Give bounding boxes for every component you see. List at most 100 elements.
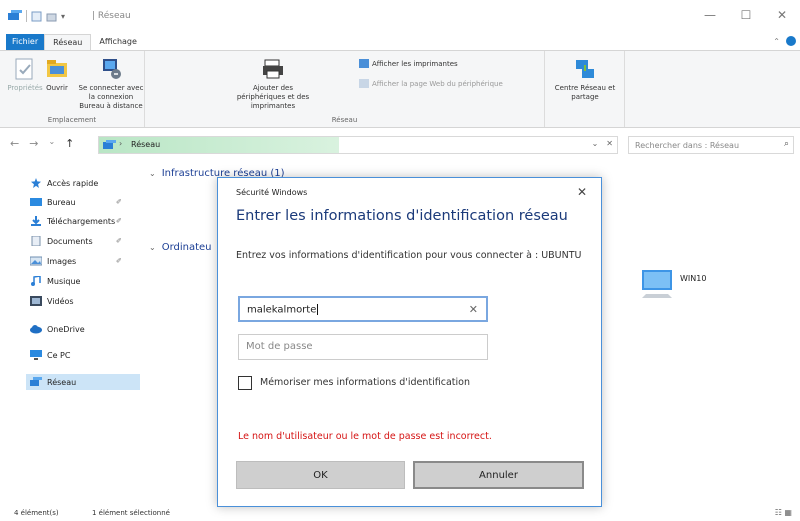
sidebar-item-downloads[interactable]: Téléchargements ✐ xyxy=(30,216,122,226)
credentials-dialog: Sécurité Windows ✕ Entrer les informatio… xyxy=(217,177,602,507)
network-center-icon xyxy=(576,60,594,78)
dialog-description: Entrez vos informations d'identification… xyxy=(236,250,582,261)
properties-button[interactable]: Propriétés xyxy=(7,57,43,93)
error-message: Le nom d'utilisateur ou le mot de passe … xyxy=(238,431,492,442)
sidebar-item-label: Vidéos xyxy=(47,296,74,306)
recent-locations-icon[interactable]: ⌄ xyxy=(48,137,55,150)
ok-button[interactable]: OK xyxy=(236,461,405,489)
properties-label: Propriétés xyxy=(7,84,43,92)
ribbon-tabs: Fichier Réseau Affichage ⌃ xyxy=(0,34,800,50)
printers-icon xyxy=(359,59,369,68)
videos-icon xyxy=(30,296,42,306)
open-button[interactable]: Ouvrir xyxy=(44,57,70,93)
sidebar-item-label: Documents xyxy=(47,236,93,246)
pin-icon: ✐ xyxy=(116,217,122,225)
up-arrow-icon[interactable]: ↑ xyxy=(65,137,74,150)
expand-ribbon-icon[interactable]: ⌃ xyxy=(773,37,780,46)
remote-desktop-button[interactable]: Se connecter avec la connexion Bureau à … xyxy=(78,57,144,111)
webpage-icon xyxy=(359,79,369,88)
remote-desktop-label: Se connecter avec la connexion Bureau à … xyxy=(78,84,144,110)
sidebar-item-videos[interactable]: Vidéos xyxy=(30,296,74,306)
sidebar-item-music[interactable]: Musique xyxy=(30,276,80,286)
sidebar-item-label: OneDrive xyxy=(47,324,85,334)
properties-icon xyxy=(15,58,33,80)
breadcrumb-network[interactable]: Réseau xyxy=(131,140,160,149)
quick-access-toolbar: ▾ xyxy=(8,10,65,22)
close-window-button[interactable]: ✕ xyxy=(764,0,800,30)
view-toggle-icons[interactable]: ☷ ▦ xyxy=(775,508,792,517)
show-printers-button[interactable]: Afficher les imprimantes xyxy=(359,59,458,68)
network-center-label: Centre Réseau et partage xyxy=(554,84,616,101)
address-dropdown-icon[interactable]: ⌄ xyxy=(592,139,599,148)
customize-toolbar-icon[interactable]: ▾ xyxy=(61,12,65,21)
address-row: ← → ⌄ ↑ › Réseau ⌄ ✕ Rechercher dans : R… xyxy=(0,134,800,156)
forward-arrow-icon[interactable]: → xyxy=(29,137,38,150)
computer-icon xyxy=(642,270,672,298)
tab-network[interactable]: Réseau xyxy=(44,34,92,50)
sidebar-item-label: Téléchargements xyxy=(47,216,116,226)
maximize-button[interactable]: ☐ xyxy=(728,0,764,30)
device-win10[interactable]: WIN10 xyxy=(640,268,706,300)
toolbar-divider xyxy=(26,10,27,22)
pin-icon: ✐ xyxy=(116,257,122,265)
help-icon[interactable] xyxy=(786,36,796,46)
sidebar-item-desktop[interactable]: Bureau ✐ xyxy=(30,197,122,207)
desktop-folder-icon xyxy=(30,198,42,206)
address-clear-icon[interactable]: ✕ xyxy=(606,139,613,148)
network-center-button[interactable]: Centre Réseau et partage xyxy=(549,57,621,102)
password-field[interactable]: Mot de passe xyxy=(238,334,488,360)
title-bar: ▾ | Réseau — ☐ ✕ xyxy=(0,0,800,34)
folder-open-icon xyxy=(47,60,67,77)
add-devices-button[interactable]: Ajouter des périphériques et des imprima… xyxy=(235,57,311,111)
search-box[interactable]: Rechercher dans : Réseau ⌕ xyxy=(628,136,794,154)
download-icon xyxy=(31,216,41,226)
chevron-down-icon: ⌄ xyxy=(149,169,156,178)
sidebar-item-this-pc[interactable]: Ce PC xyxy=(30,350,70,360)
address-bar[interactable]: › Réseau ⌄ ✕ xyxy=(98,136,618,154)
device-webpage-label: Afficher la page Web du périphérique xyxy=(372,79,503,88)
back-arrow-icon[interactable]: ← xyxy=(10,137,19,150)
pin-icon: ✐ xyxy=(116,237,122,245)
chevron-down-icon: ⌄ xyxy=(149,243,156,252)
status-selection: 1 élément sélectionné xyxy=(92,509,170,517)
sidebar-item-images[interactable]: Images ✐ xyxy=(30,256,122,266)
group-label-location: Emplacement xyxy=(47,116,97,124)
network-icon xyxy=(30,377,42,386)
ribbon-group-center: Centre Réseau et partage xyxy=(545,51,625,127)
device-label: WIN10 xyxy=(680,274,707,283)
pin-icon: ✐ xyxy=(116,198,122,206)
navigation-buttons: ← → ⌄ ↑ xyxy=(10,137,74,150)
cloud-icon xyxy=(30,325,42,334)
status-item-count: 4 élément(s) xyxy=(14,509,59,517)
sidebar-item-label: Bureau xyxy=(47,197,76,207)
tab-file[interactable]: Fichier xyxy=(6,34,45,50)
music-icon xyxy=(31,276,41,286)
network-icon xyxy=(8,10,22,20)
sidebar-item-label: Images xyxy=(47,256,77,266)
address-controls: ⌄ ✕ xyxy=(592,139,613,148)
section-computers[interactable]: ⌄ Ordinateu xyxy=(149,242,212,253)
remember-credentials-row[interactable]: Mémoriser mes informations d'identificat… xyxy=(238,375,480,390)
remember-checkbox[interactable] xyxy=(238,376,252,390)
ribbon-right-controls: ⌃ xyxy=(773,36,796,46)
sidebar-item-label: Musique xyxy=(47,276,81,286)
tab-view[interactable]: Affichage xyxy=(91,34,145,50)
new-folder-icon[interactable] xyxy=(46,11,57,22)
computer-icon xyxy=(30,350,42,360)
documents-icon xyxy=(31,236,41,246)
search-icon[interactable]: ⌕ xyxy=(784,139,789,149)
username-field[interactable]: malekalmorte ✕ xyxy=(238,296,488,322)
sidebar-item-onedrive[interactable]: OneDrive xyxy=(30,324,85,334)
group-label-network: Réseau xyxy=(331,116,358,124)
clear-field-icon[interactable]: ✕ xyxy=(469,303,478,316)
ribbon-group-network: Ajouter des périphériques et des imprima… xyxy=(145,51,545,127)
sidebar-item-documents[interactable]: Documents ✐ xyxy=(30,236,122,246)
cancel-button[interactable]: Annuler xyxy=(413,461,584,489)
minimize-button[interactable]: — xyxy=(692,0,728,30)
device-webpage-button[interactable]: Afficher la page Web du périphérique xyxy=(359,79,503,88)
sidebar-item-network[interactable]: Réseau xyxy=(26,374,140,390)
dialog-close-button[interactable]: ✕ xyxy=(577,185,587,199)
properties-icon[interactable] xyxy=(31,11,42,22)
remote-desktop-icon xyxy=(103,59,121,79)
sidebar-item-quick-access[interactable]: Accès rapide xyxy=(30,178,98,188)
